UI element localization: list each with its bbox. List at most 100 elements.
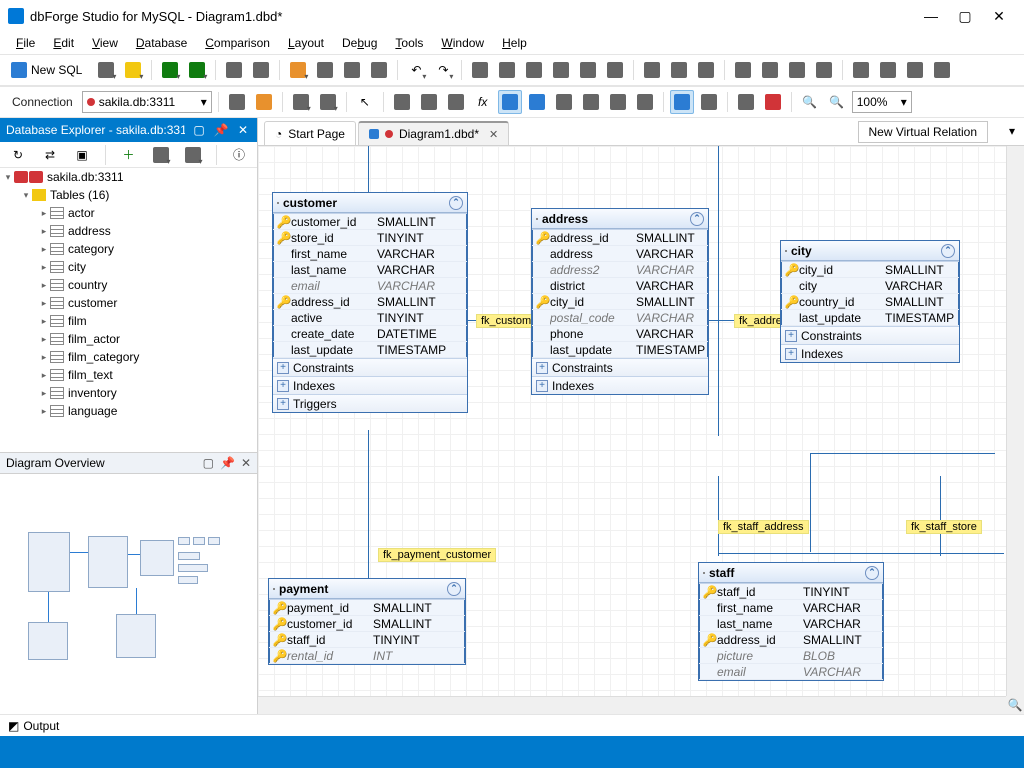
column-row[interactable]: phoneVARCHAR xyxy=(532,326,708,342)
column-row[interactable]: 🔑customer_idSMALLINT xyxy=(273,214,467,230)
note-button[interactable] xyxy=(552,90,576,114)
pointer-button[interactable]: ↖ xyxy=(353,90,377,114)
entity-header[interactable]: city⌃ xyxy=(781,241,959,261)
vspace-eq-button[interactable] xyxy=(849,58,873,82)
entity-header[interactable]: payment⌃ xyxy=(269,579,465,599)
entity-payment[interactable]: payment⌃🔑payment_idSMALLINT🔑customer_idS… xyxy=(268,578,466,665)
hspace-dec-button[interactable] xyxy=(785,58,809,82)
tree-table-inventory[interactable]: ▸inventory xyxy=(0,384,257,402)
column-row[interactable]: last_updateTIMESTAMP xyxy=(532,342,708,358)
column-row[interactable]: first_nameVARCHAR xyxy=(273,246,467,262)
entity-section[interactable]: +Triggers xyxy=(273,394,467,412)
vspace-rem-button[interactable] xyxy=(930,58,954,82)
sync-button[interactable] xyxy=(734,90,758,114)
align-center-button[interactable] xyxy=(495,58,519,82)
tree-tables-folder[interactable]: ▾Tables (16) xyxy=(0,186,257,204)
tab-overflow-button[interactable]: ▾ xyxy=(1000,119,1024,143)
horizontal-scrollbar[interactable] xyxy=(258,696,1006,714)
entity-section[interactable]: +Indexes xyxy=(273,376,467,394)
hspace-rem-button[interactable] xyxy=(812,58,836,82)
column-row[interactable]: postal_codeVARCHAR xyxy=(532,310,708,326)
overview-canvas[interactable] xyxy=(0,474,257,714)
column-row[interactable]: 🔑staff_idTINYINT xyxy=(269,632,465,648)
tree-table-language[interactable]: ▸language xyxy=(0,402,257,420)
connection-combo[interactable]: sakila.db:3311▾ xyxy=(82,91,212,113)
menu-view[interactable]: View xyxy=(84,34,126,52)
entity-customer[interactable]: customer⌃🔑customer_idSMALLINT🔑store_idTI… xyxy=(272,192,468,413)
schema-button[interactable] xyxy=(185,58,209,82)
hspace-eq-button[interactable] xyxy=(731,58,755,82)
overview-close-button[interactable]: ✕ xyxy=(241,456,251,470)
relation-tool-button[interactable] xyxy=(498,90,522,114)
same-width-button[interactable] xyxy=(640,58,664,82)
book-button[interactable] xyxy=(252,90,276,114)
close-tab-button[interactable]: ✕ xyxy=(485,128,498,141)
comments-button[interactable] xyxy=(670,90,694,114)
vspace-dec-button[interactable] xyxy=(903,58,927,82)
new-folder-button[interactable]: ▣ xyxy=(70,143,94,167)
redo-button[interactable]: ↷ xyxy=(431,58,455,82)
tree-table-country[interactable]: ▸country xyxy=(0,276,257,294)
export-button[interactable] xyxy=(289,90,313,114)
column-row[interactable]: 🔑city_idSMALLINT xyxy=(781,262,959,278)
column-row[interactable]: pictureBLOB xyxy=(699,648,883,664)
menu-debug[interactable]: Debug xyxy=(334,34,385,52)
save-button[interactable] xyxy=(222,58,246,82)
proc-tool-button[interactable] xyxy=(444,90,468,114)
menu-help[interactable]: Help xyxy=(494,34,535,52)
sort-button[interactable] xyxy=(181,143,205,167)
tab-start-page[interactable]: ◔Start Page xyxy=(264,121,356,145)
tree-table-film_text[interactable]: ▸film_text xyxy=(0,366,257,384)
entity-address[interactable]: address⌃🔑address_idSMALLINTaddressVARCHA… xyxy=(531,208,709,395)
zoom-in-button[interactable]: 🔍 xyxy=(798,90,822,114)
vspace-inc-button[interactable] xyxy=(876,58,900,82)
collapse-icon[interactable]: ⌃ xyxy=(447,582,461,596)
column-row[interactable]: emailVARCHAR xyxy=(273,278,467,294)
align-right-button[interactable] xyxy=(522,58,546,82)
column-row[interactable]: 🔑country_idSMALLINT xyxy=(781,294,959,310)
overview-window-button[interactable]: ▢ xyxy=(203,456,214,470)
filter-button[interactable] xyxy=(149,143,173,167)
column-row[interactable]: 🔑payment_idSMALLINT xyxy=(269,600,465,616)
entity-section[interactable]: +Indexes xyxy=(532,376,708,394)
tab-diagram[interactable]: Diagram1.dbd*✕ xyxy=(358,121,509,145)
source-ctrl-button[interactable] xyxy=(286,58,310,82)
new-obj-button[interactable]: ＋ xyxy=(117,143,141,167)
menu-edit[interactable]: Edit xyxy=(45,34,82,52)
same-height-button[interactable] xyxy=(667,58,691,82)
database-tree[interactable]: ▾sakila.db:3311▾Tables (16)▸actor▸addres… xyxy=(0,168,257,452)
menu-database[interactable]: Database xyxy=(128,34,195,52)
info-button[interactable]: ⓘ xyxy=(227,143,251,167)
tree-table-category[interactable]: ▸category xyxy=(0,240,257,258)
func-tool-button[interactable]: fx xyxy=(471,90,495,114)
project-button[interactable] xyxy=(158,58,182,82)
entity-section[interactable]: +Constraints xyxy=(781,326,959,344)
tree-table-city[interactable]: ▸city xyxy=(0,258,257,276)
reconnect-button[interactable]: ↻ xyxy=(6,143,30,167)
menu-layout[interactable]: Layout xyxy=(280,34,332,52)
column-row[interactable]: last_nameVARCHAR xyxy=(699,616,883,632)
collapse-icon[interactable]: ⌃ xyxy=(865,566,879,580)
entity-header[interactable]: customer⌃ xyxy=(273,193,467,213)
column-row[interactable]: districtVARCHAR xyxy=(532,278,708,294)
minimize-button[interactable]: — xyxy=(914,4,948,28)
column-row[interactable]: 🔑store_idTINYINT xyxy=(273,230,467,246)
entity-staff[interactable]: staff⌃🔑staff_idTINYINTfirst_nameVARCHARl… xyxy=(698,562,884,681)
new-conn-button[interactable]: ⇄ xyxy=(38,143,62,167)
align-top-button[interactable] xyxy=(549,58,573,82)
open-button[interactable] xyxy=(121,58,145,82)
layout-button[interactable] xyxy=(697,90,721,114)
column-row[interactable]: addressVARCHAR xyxy=(532,246,708,262)
align-left-button[interactable] xyxy=(468,58,492,82)
column-row[interactable]: 🔑customer_idSMALLINT xyxy=(269,616,465,632)
copy-button[interactable] xyxy=(340,58,364,82)
tree-table-customer[interactable]: ▸customer xyxy=(0,294,257,312)
tree-table-address[interactable]: ▸address xyxy=(0,222,257,240)
entity-section[interactable]: +Constraints xyxy=(532,358,708,376)
zoom-combo[interactable]: 100%▾ xyxy=(852,91,912,113)
tree-table-film_category[interactable]: ▸film_category xyxy=(0,348,257,366)
close-button[interactable]: ✕ xyxy=(982,4,1016,28)
vertical-scrollbar[interactable] xyxy=(1006,146,1024,696)
diagram-canvas[interactable]: fk_customer_address fk_address_city fk_p… xyxy=(258,146,1024,714)
entity-section[interactable]: +Constraints xyxy=(273,358,467,376)
